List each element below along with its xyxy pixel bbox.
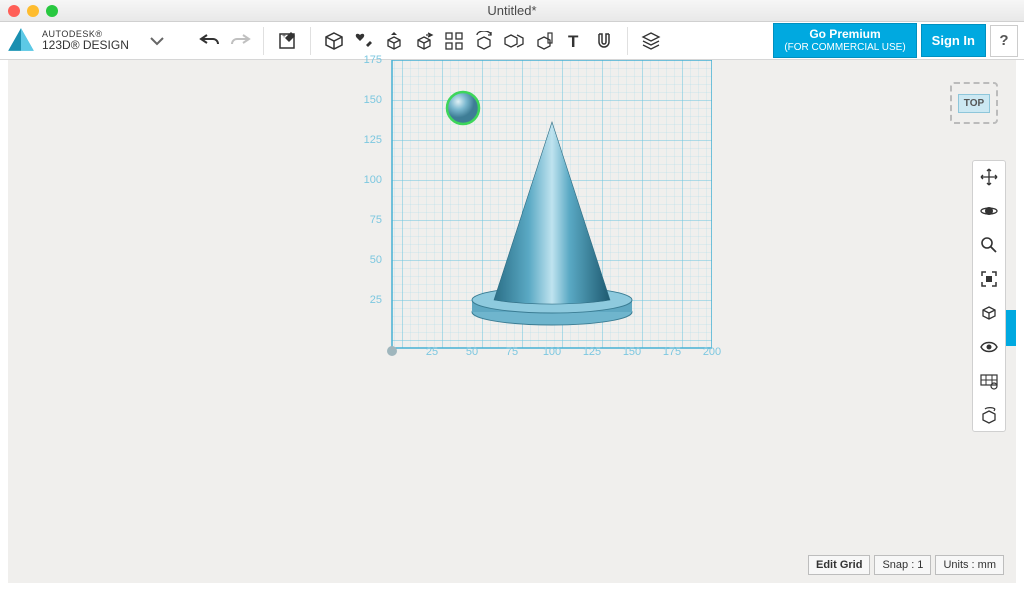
window-titlebar: Untitled* <box>0 0 1024 22</box>
side-tab-handle[interactable] <box>1006 310 1016 346</box>
canvas-area[interactable]: 175 150 125 100 75 50 25 25 50 75 100 12… <box>0 60 1024 591</box>
grid-y-tick: 75 <box>358 214 382 226</box>
brand-line2: 123D® DESIGN <box>42 39 129 51</box>
sign-in-button[interactable]: Sign In <box>921 24 986 57</box>
visibility-button[interactable] <box>977 335 1001 359</box>
grid-x-tick: 150 <box>620 346 644 358</box>
help-button[interactable]: ? <box>990 25 1018 57</box>
grid-svg <box>362 60 712 370</box>
grouping-button[interactable] <box>469 26 499 56</box>
page-edit-icon: + <box>277 31 297 51</box>
viewcube-face-top[interactable]: TOP <box>958 94 990 113</box>
go-premium-button[interactable]: Go Premium (FOR COMMERCIAL USE) <box>773 23 916 57</box>
pan-icon <box>979 167 999 187</box>
show-hide-button[interactable] <box>977 301 1001 325</box>
main-toolbar: AUTODESK® 123D® DESIGN + T <box>0 22 1024 60</box>
cube-up-icon <box>384 31 404 51</box>
window-controls <box>8 5 58 17</box>
magnet-icon <box>594 31 614 51</box>
cubes-merge-icon <box>504 31 524 51</box>
cube-icon <box>324 31 344 51</box>
magnifier-icon <box>979 235 999 255</box>
toolbar-separator <box>310 27 311 55</box>
navigation-panel <box>972 160 1006 432</box>
snap-button[interactable] <box>589 26 619 56</box>
window-title: Untitled* <box>0 3 1024 18</box>
measure-button[interactable] <box>529 26 559 56</box>
construct-button[interactable] <box>379 26 409 56</box>
grid-x-tick: 75 <box>500 346 524 358</box>
materials-button[interactable] <box>636 26 666 56</box>
cube-small-icon <box>979 303 999 323</box>
toolbar-separator <box>263 27 264 55</box>
modify-button[interactable] <box>409 26 439 56</box>
redo-icon <box>229 33 251 49</box>
go-premium-sublabel: (FOR COMMERCIAL USE) <box>784 42 905 54</box>
text-button[interactable]: T <box>559 26 589 56</box>
grid-eye-icon <box>979 371 999 391</box>
toolbar-separator <box>627 27 628 55</box>
svg-text:+: + <box>282 33 286 40</box>
layers-icon <box>641 31 661 51</box>
combine-button[interactable] <box>499 26 529 56</box>
grid-y-tick: 100 <box>358 174 382 186</box>
pattern-button[interactable] <box>439 26 469 56</box>
maximize-window-button[interactable] <box>46 5 58 17</box>
eye-icon <box>979 337 999 357</box>
orbit-icon <box>979 201 999 221</box>
grid-y-tick: 175 <box>358 54 382 66</box>
grid-y-tick: 125 <box>358 134 382 146</box>
grid-x-tick: 175 <box>660 346 684 358</box>
redo-button[interactable] <box>225 26 255 56</box>
workplane-grid[interactable]: 175 150 125 100 75 50 25 25 50 75 100 12… <box>362 60 712 360</box>
viewcube[interactable]: TOP <box>950 82 998 124</box>
app-menu-dropdown[interactable] <box>149 33 165 49</box>
display-button[interactable] <box>977 369 1001 393</box>
grid-y-tick: 150 <box>358 94 382 106</box>
svg-text:T: T <box>568 32 579 51</box>
grid-cubes-icon <box>444 31 464 51</box>
grid-y-tick: 25 <box>358 294 382 306</box>
grid-x-tick: 50 <box>460 346 484 358</box>
chevron-down-icon <box>149 36 165 46</box>
go-premium-label: Go Premium <box>784 27 905 41</box>
status-bar: Edit Grid Snap : 1 Units : mm <box>808 555 1004 575</box>
grid-x-tick: 100 <box>540 346 564 358</box>
undo-icon <box>199 33 221 49</box>
autodesk-logo-icon <box>6 26 36 56</box>
grid-x-tick: 200 <box>700 346 724 358</box>
primitives-button[interactable] <box>319 26 349 56</box>
cube-arrow-icon <box>414 31 434 51</box>
text-icon: T <box>564 31 584 51</box>
cube-rotate-icon <box>474 31 494 51</box>
brand: AUTODESK® 123D® DESIGN <box>6 26 129 56</box>
snap-value-button[interactable]: Snap : 1 <box>874 555 931 575</box>
minimize-window-button[interactable] <box>27 5 39 17</box>
undo-button[interactable] <box>195 26 225 56</box>
close-window-button[interactable] <box>8 5 20 17</box>
units-button[interactable]: Units : mm <box>935 555 1004 575</box>
cube-refresh-icon <box>979 405 999 425</box>
fit-button[interactable] <box>977 267 1001 291</box>
orbit-button[interactable] <box>977 199 1001 223</box>
grid-x-tick: 125 <box>580 346 604 358</box>
edit-grid-button[interactable]: Edit Grid <box>808 555 870 575</box>
zoom-button[interactable] <box>977 233 1001 257</box>
pan-button[interactable] <box>977 165 1001 189</box>
edit-page-button[interactable]: + <box>272 26 302 56</box>
ruler-cube-icon <box>534 31 554 51</box>
fit-icon <box>979 269 999 289</box>
grid-x-tick: 25 <box>420 346 444 358</box>
pencil-heart-icon <box>354 31 374 51</box>
regen-button[interactable] <box>977 403 1001 427</box>
sketch-button[interactable] <box>349 26 379 56</box>
grid-y-tick: 50 <box>358 254 382 266</box>
